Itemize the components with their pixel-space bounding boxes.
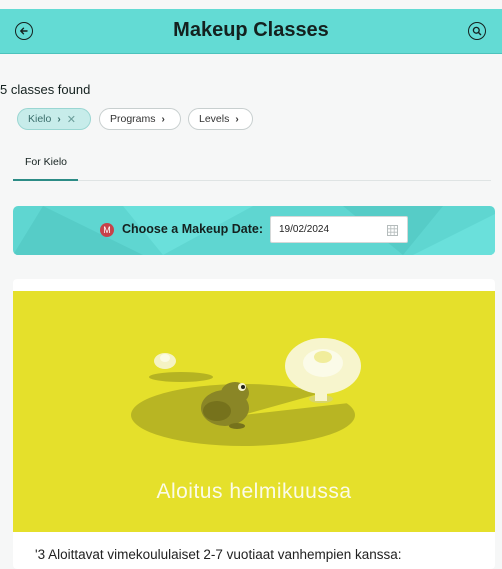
tab-for-kielo[interactable]: For Kielo bbox=[25, 156, 67, 168]
chevron-right-icon: › bbox=[57, 113, 61, 125]
filter-chip-label: Programs bbox=[110, 113, 156, 125]
makeup-badge: M bbox=[100, 223, 114, 237]
date-value: 19/02/2024 bbox=[279, 224, 330, 235]
filter-chip-levels[interactable]: Levels › bbox=[188, 108, 253, 130]
chevron-right-icon: › bbox=[235, 113, 239, 125]
makeup-date-input[interactable]: 19/02/2024 bbox=[270, 216, 408, 243]
filter-chip-kielo[interactable]: Kielo › ✕ bbox=[17, 108, 91, 130]
close-icon[interactable]: ✕ bbox=[67, 113, 76, 126]
class-description: '3 Aloittavat vimekoululaiset 2-7 vuotia… bbox=[35, 547, 402, 562]
class-card[interactable]: Aloitus helmikuussa '3 Aloittavat vimeko… bbox=[13, 279, 495, 569]
chevron-right-icon: › bbox=[161, 113, 165, 125]
filter-chip-label: Levels bbox=[199, 113, 230, 125]
class-hero-image: Aloitus helmikuussa bbox=[13, 291, 495, 532]
tab-divider bbox=[13, 180, 491, 181]
filter-chip-label: Kielo bbox=[28, 113, 52, 125]
calendar-icon[interactable] bbox=[387, 225, 398, 236]
app-header: Makeup Classes bbox=[0, 9, 502, 54]
date-picker-label: Choose a Makeup Date: bbox=[122, 222, 264, 236]
filter-chip-programs[interactable]: Programs › bbox=[99, 108, 181, 130]
page-title: Makeup Classes bbox=[173, 19, 329, 41]
results-count: 5 classes found bbox=[0, 82, 91, 97]
tab-active-indicator bbox=[13, 179, 78, 181]
hero-caption: Aloitus helmikuussa bbox=[156, 480, 352, 503]
search-button[interactable] bbox=[468, 22, 486, 40]
search-icon bbox=[472, 26, 482, 36]
